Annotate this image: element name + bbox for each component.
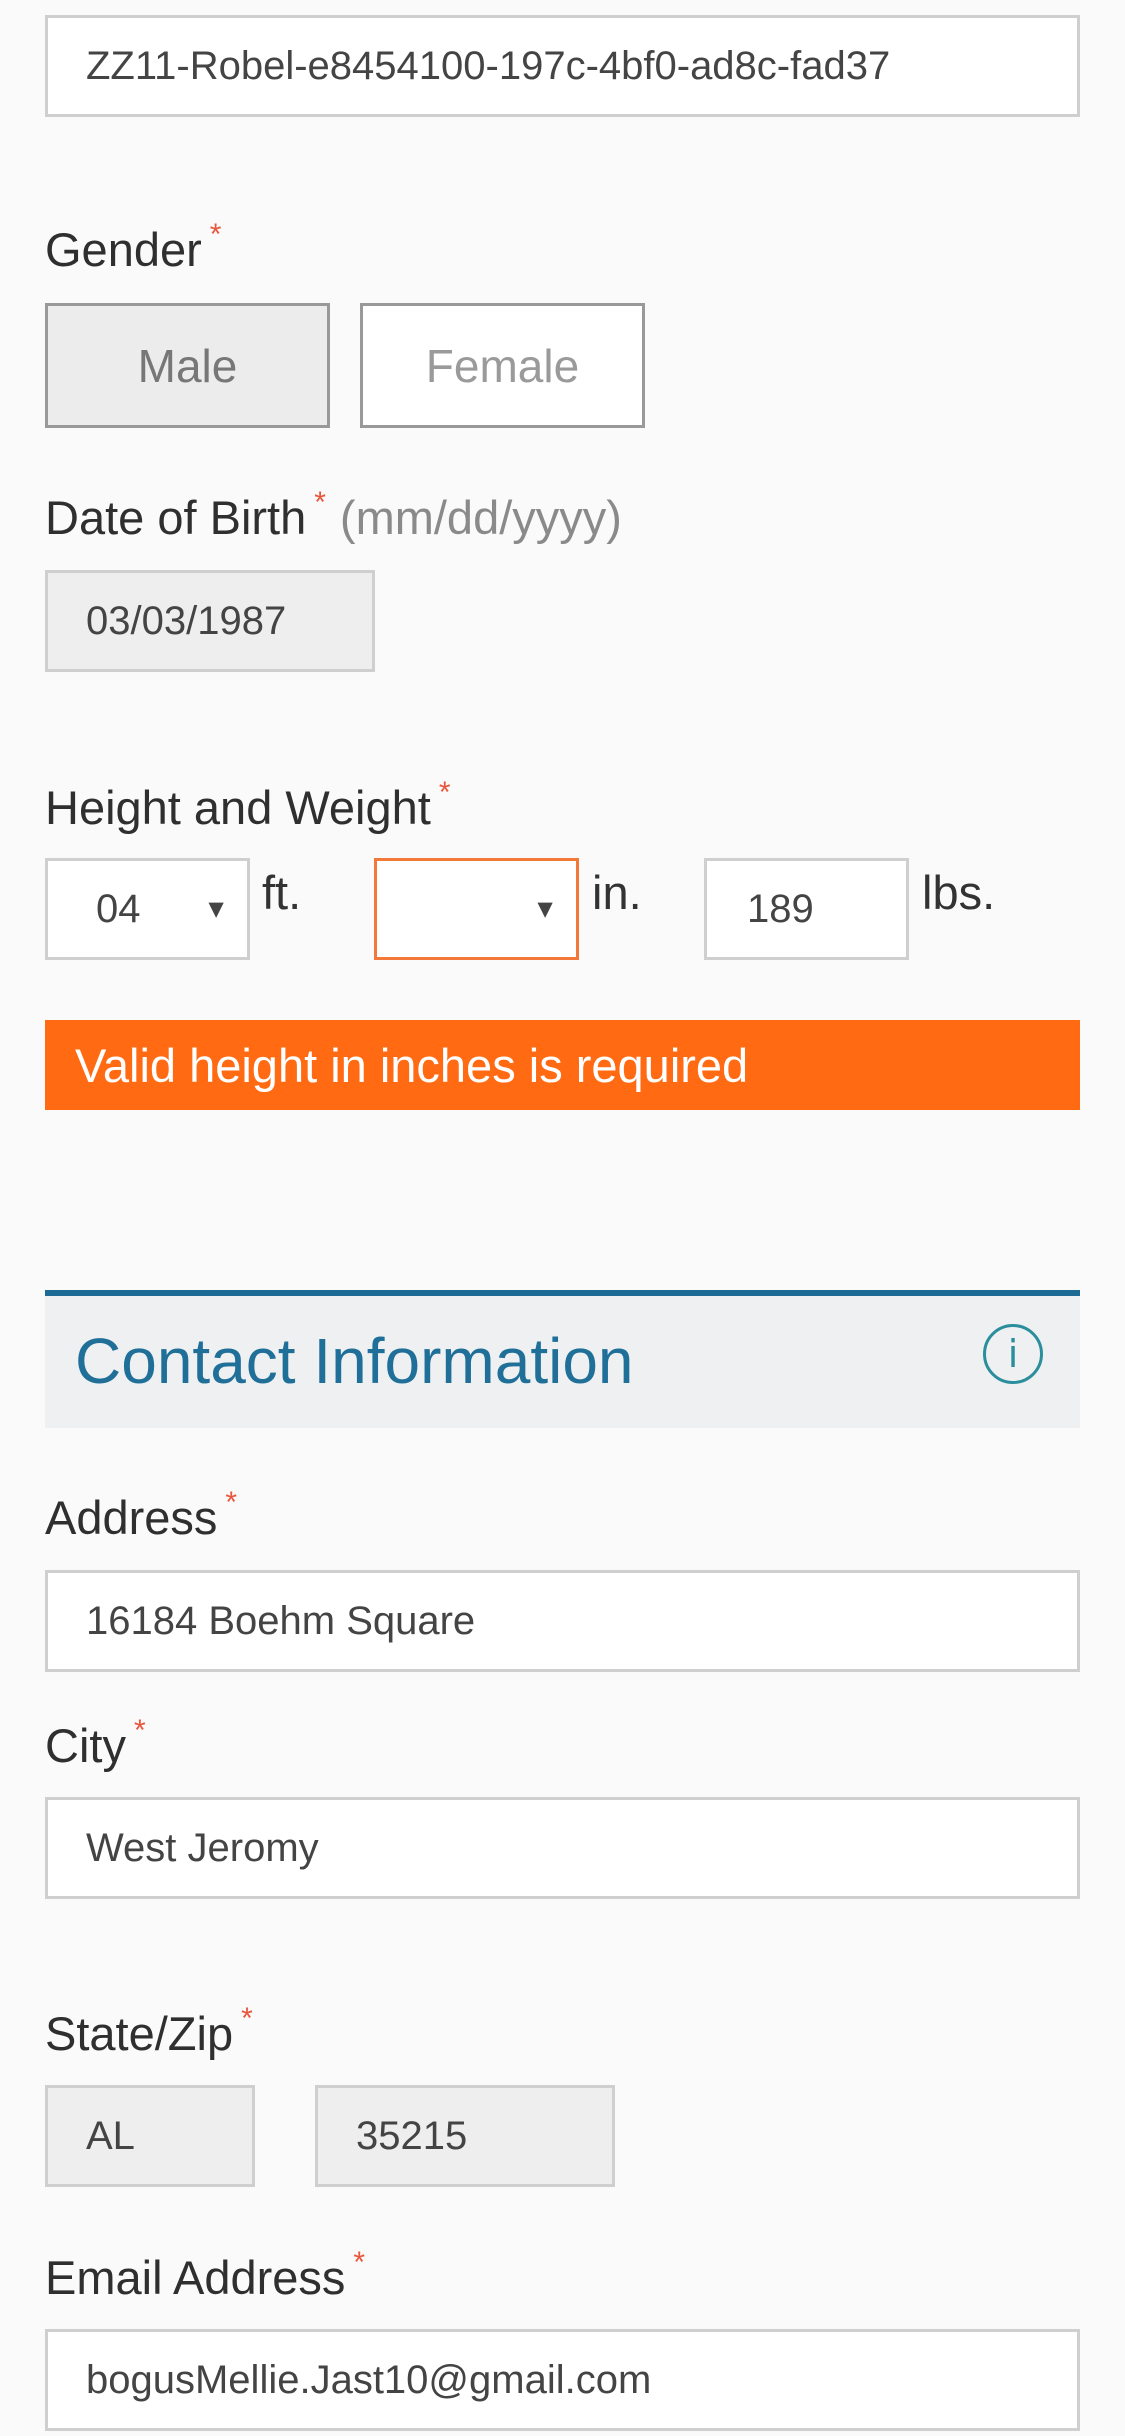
city-label: City * — [45, 1714, 146, 1773]
required-asterisk: * — [314, 486, 326, 519]
state-zip-label: State/Zip * — [45, 2002, 253, 2061]
email-label-text: Email Address — [45, 2251, 346, 2304]
required-asterisk: * — [133, 1714, 146, 1747]
dob-label: Date of Birth * (mm/dd/yyyy) — [45, 486, 622, 545]
gender-female-label: Female — [425, 339, 580, 392]
city-field[interactable]: West Jeromy — [45, 1797, 1080, 1899]
gender-label-text: Gender — [45, 223, 202, 276]
caret-down-icon: ▼ — [203, 893, 229, 924]
required-asterisk: * — [438, 776, 451, 809]
required-asterisk: * — [353, 2246, 366, 2279]
weight-field[interactable]: 189 — [704, 858, 909, 960]
weight-unit-label: lbs. — [922, 866, 996, 919]
email-label: Email Address * — [45, 2246, 365, 2305]
dob-label-text: Date of Birth — [45, 491, 307, 544]
info-icon-glyph: i — [1007, 1332, 1019, 1376]
dob-field[interactable]: 03/03/1987 — [45, 570, 375, 672]
email-field[interactable]: bogusMellie.Jast10@gmail.com — [45, 2329, 1080, 2431]
height-error-text: Valid height in inches is required — [75, 1038, 749, 1092]
gender-male-button[interactable]: Male — [45, 303, 330, 428]
height-feet-value: 04 — [96, 886, 141, 931]
inches-unit-label: in. — [592, 866, 642, 919]
weight-value: 189 — [747, 886, 814, 931]
height-weight-label-text: Height and Weight — [45, 781, 431, 834]
email-value: bogusMellie.Jast10@gmail.com — [86, 2357, 652, 2402]
zip-value: 35215 — [356, 2113, 468, 2158]
address-value: 16184 Boehm Square — [86, 1598, 476, 1643]
height-feet-select[interactable]: 04 ▼ — [45, 858, 250, 960]
city-value: West Jeromy — [86, 1825, 319, 1870]
address-field[interactable]: 16184 Boehm Square — [45, 1570, 1080, 1672]
height-weight-label: Height and Weight * — [45, 776, 451, 835]
member-id-field[interactable]: ZZ11-Robel-e8454100-197c-4bf0-ad8c-fad37 — [45, 15, 1080, 117]
zip-field[interactable]: 35215 — [315, 2085, 615, 2187]
address-label: Address * — [45, 1486, 237, 1545]
caret-down-icon: ▼ — [532, 893, 558, 924]
required-asterisk: * — [241, 2002, 253, 2035]
height-inches-select[interactable]: ▼ — [374, 858, 579, 960]
feet-unit-label: ft. — [262, 866, 302, 919]
gender-female-button[interactable]: Female — [360, 303, 645, 428]
state-zip-label-text: State/Zip — [45, 2007, 234, 2060]
height-error-message: Valid height in inches is required — [45, 1020, 1080, 1110]
required-asterisk: * — [209, 218, 222, 251]
gender-label: Gender * — [45, 218, 221, 277]
required-asterisk: * — [225, 1486, 238, 1519]
member-id-value: ZZ11-Robel-e8454100-197c-4bf0-ad8c-fad37 — [86, 43, 891, 88]
dob-format-hint: (mm/dd/yyyy) — [339, 491, 622, 544]
contact-section-header: Contact Information i — [45, 1290, 1080, 1428]
contact-section-title: Contact Information — [75, 1325, 634, 1397]
state-value: AL — [86, 2113, 135, 2158]
dob-value: 03/03/1987 — [86, 598, 287, 643]
gender-male-label: Male — [137, 339, 238, 392]
info-icon[interactable]: i — [983, 1324, 1043, 1384]
city-label-text: City — [45, 1719, 126, 1772]
state-field[interactable]: AL — [45, 2085, 255, 2187]
address-label-text: Address — [45, 1491, 218, 1544]
